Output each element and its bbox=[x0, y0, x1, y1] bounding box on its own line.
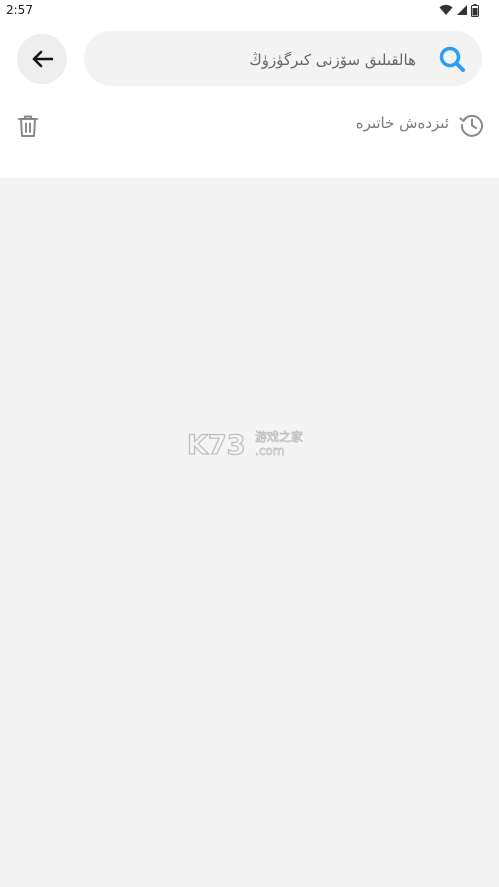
search-history-header: ئىزدەش خاتىرە bbox=[0, 104, 499, 146]
search-icon[interactable] bbox=[437, 44, 467, 74]
top-panel: 2:57 ھالقىلىق سۆزنى كىرگۈزۈڭ ئىزدەش خاتى… bbox=[0, 0, 499, 178]
search-box[interactable] bbox=[84, 31, 482, 88]
watermark-domain: .com bbox=[255, 444, 284, 458]
back-button[interactable] bbox=[17, 34, 67, 84]
battery-icon bbox=[471, 3, 479, 17]
status-time: 2:57 bbox=[6, 3, 33, 17]
history-icon bbox=[459, 114, 483, 137]
watermark-brand: K73 bbox=[187, 430, 246, 458]
clear-history-button[interactable] bbox=[14, 112, 42, 140]
wifi-icon bbox=[439, 4, 453, 15]
status-bar: 2:57 bbox=[0, 0, 499, 20]
k73-watermark: K73 游戏之家 .com bbox=[187, 429, 303, 458]
history-label: ئىزدەش خاتىرە bbox=[355, 114, 449, 132]
watermark-cn-text: 游戏之家 bbox=[255, 429, 303, 444]
signal-icon bbox=[457, 5, 467, 15]
trash-icon bbox=[18, 115, 38, 137]
arrow-left-icon bbox=[32, 50, 53, 68]
search-input[interactable] bbox=[104, 31, 418, 88]
status-icons bbox=[439, 3, 479, 17]
